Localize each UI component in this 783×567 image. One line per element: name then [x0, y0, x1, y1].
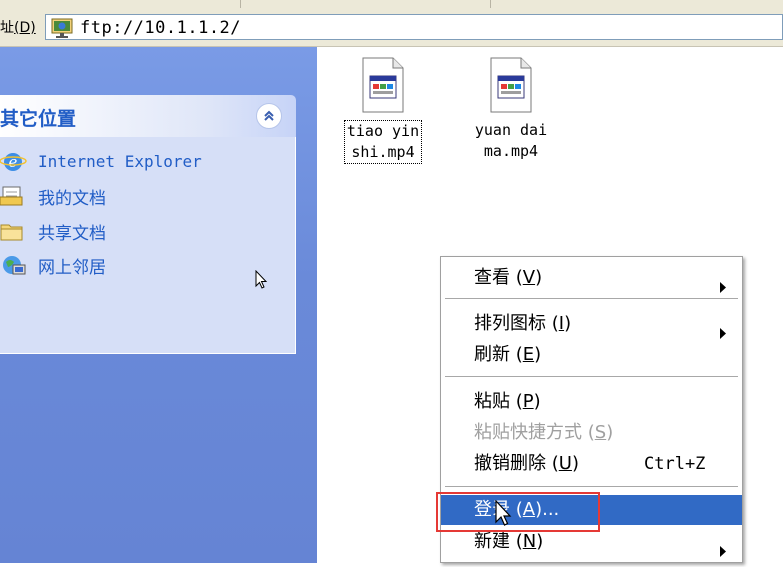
internet-explorer-icon: e	[0, 149, 30, 173]
toolbar-separator	[490, 0, 491, 8]
menu-separator	[445, 486, 738, 488]
link-my-documents[interactable]: 我的文档	[0, 184, 106, 209]
menu-item-refresh[interactable]: 刷新 (E)	[441, 340, 742, 370]
file-name: tiao yin shi.mp4	[343, 120, 423, 164]
shortcut-text: Ctrl+Z	[644, 454, 706, 474]
media-file-icon	[487, 56, 535, 114]
toolbar-separator	[240, 0, 241, 8]
menu-item-view[interactable]: 查看 (V)	[441, 263, 742, 293]
shared-folder-icon	[0, 219, 30, 243]
file-name: yuan dai ma.mp4	[474, 121, 548, 160]
mouse-pointer-icon	[255, 269, 269, 294]
my-documents-icon	[0, 184, 30, 208]
file-item[interactable]: yuan dai ma.mp4	[466, 56, 556, 162]
media-file-icon	[359, 56, 407, 114]
double-chevron-up-icon[interactable]	[256, 103, 282, 129]
menu-item-undo-delete[interactable]: 撤销删除 (U) Ctrl+Z	[441, 449, 742, 479]
task-pane: 其它位置 e Internet Explorer 我的文档 共享文档 网上邻居	[0, 47, 317, 563]
address-input[interactable]: ftp://10.1.1.2/	[45, 14, 783, 40]
link-network-places[interactable]: 网上邻居	[0, 253, 106, 278]
link-internet-explorer[interactable]: e Internet Explorer	[0, 149, 202, 173]
menu-item-paste[interactable]: 粘贴 (P)	[441, 387, 742, 417]
other-places-header[interactable]: 其它位置	[0, 95, 296, 137]
other-places-panel: 其它位置 e Internet Explorer 我的文档 共享文档 网上邻居	[0, 95, 296, 354]
highlight-annotation	[436, 492, 600, 532]
address-text: ftp://10.1.1.2/	[80, 18, 242, 38]
mouse-pointer-icon	[495, 499, 515, 532]
panel-title: 其它位置	[0, 108, 77, 130]
menu-item-arrange-icons[interactable]: 排列图标 (I)	[441, 309, 742, 339]
address-label: 址(D)	[0, 20, 36, 36]
svg-text:e: e	[9, 153, 18, 171]
other-places-body: e Internet Explorer 我的文档 共享文档 网上邻居	[0, 137, 296, 354]
menu-item-paste-shortcut: 粘贴快捷方式 (S)	[474, 422, 614, 443]
menu-separator	[445, 298, 738, 300]
network-places-icon	[0, 253, 30, 277]
address-bar-row: 址(D) ftp://10.1.1.2/	[0, 8, 783, 47]
link-shared-documents[interactable]: 共享文档	[0, 219, 106, 244]
file-item[interactable]: tiao yin shi.mp4	[338, 56, 428, 164]
menu-separator	[445, 376, 738, 378]
ftp-folder-icon	[51, 18, 73, 38]
